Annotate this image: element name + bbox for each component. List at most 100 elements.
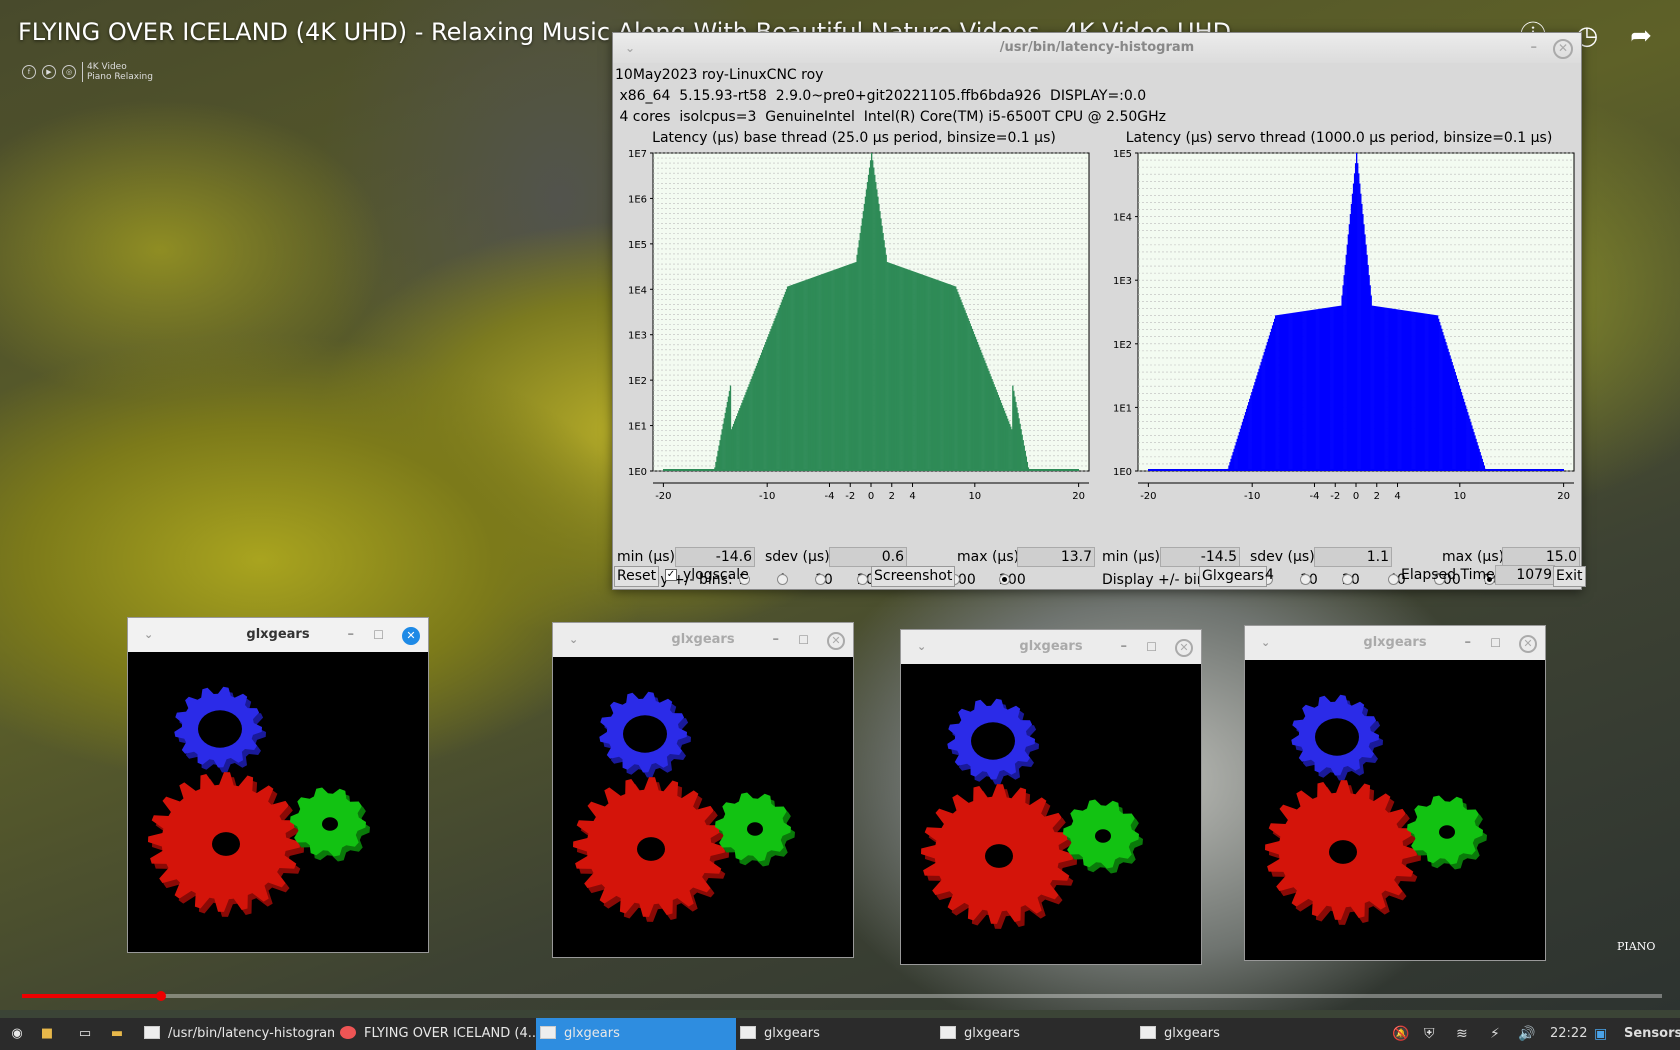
notifications-muted-icon[interactable]: 🔕 [1392,1018,1409,1050]
x-tick-label: -20 [1140,491,1156,502]
maximize-icon[interactable]: ☐ [1146,630,1157,664]
glxgears-window-2[interactable]: ⌄ glxgears – ☐ ✕ [552,622,854,958]
sensors-icon[interactable]: ▣ [1594,1018,1607,1050]
minimize-icon[interactable]: – [1121,630,1128,664]
channel-line2: Piano Relaxing [87,72,153,82]
folder-launcher-icon[interactable]: ▬ [106,1018,128,1050]
exit-button[interactable]: Exit [1553,566,1586,587]
servo-max-label: max (µs) [1442,549,1505,565]
close-icon[interactable]: ✕ [827,632,845,650]
glxgears-title: glxgears [246,627,310,642]
ylogscale-checkbox[interactable]: ✓ ylogscale [665,567,749,583]
close-icon[interactable]: ✕ [1553,39,1573,59]
glxgears-button[interactable]: Glxgears [1199,566,1268,587]
window-icon [1140,1026,1156,1039]
piano-watermark: PIANO [1617,940,1656,953]
sensors-label[interactable]: Sensors [1624,1018,1680,1050]
taskbar-item-browser[interactable]: FLYING OVER ICELAND (4... [336,1018,536,1050]
close-icon[interactable]: ✕ [402,627,420,645]
glxgears-titlebar[interactable]: ⌄ glxgears – ☐ ✕ [1245,626,1545,660]
glxgears-titlebar[interactable]: ⌄ glxgears – ☐ ✕ [128,618,428,652]
minimize-icon[interactable]: – [348,618,355,652]
clock[interactable]: 22:22 [1550,1018,1587,1050]
chevron-down-icon[interactable]: ⌄ [569,623,578,657]
volume-icon[interactable]: 🔊 [1518,1018,1535,1050]
glxgears-titlebar[interactable]: ⌄ glxgears – ☐ ✕ [553,623,853,657]
minimize-icon[interactable]: – [1465,626,1472,660]
instagram-icon: ◎ [62,65,76,79]
base-min-value: -14.6 [675,547,755,567]
chevron-down-icon[interactable]: ⌄ [917,630,926,664]
gears-render [1245,660,1545,960]
x-tick-label: 10 [968,491,981,502]
glxgears-title: glxgears [671,632,735,647]
window-icon [940,1026,956,1039]
y-tick-label: 1E6 [628,194,647,205]
servo-thread-panel: Latency (µs) servo thread (1000.0 µs per… [1098,129,1580,588]
window-icon [144,1026,160,1039]
file-manager-launcher-icon[interactable]: ■ [36,1018,58,1050]
terminal-launcher-icon[interactable]: ▭ [74,1018,96,1050]
x-tick-label: -4 [824,491,834,502]
youtube-icon: ▶ [42,65,56,79]
glxgears-window-1[interactable]: ⌄ glxgears – ☐ ✕ [127,617,429,953]
y-tick-label: 1E4 [1113,213,1132,224]
share-icon[interactable]: ➦ [1625,20,1657,52]
x-tick-label: -20 [655,491,671,502]
taskbar-item-glxgears-1[interactable]: glxgears [536,1018,736,1050]
maximize-icon[interactable]: ☐ [1490,626,1501,660]
servo-sdev-label: sdev (µs) [1250,549,1315,565]
base-sdev-label: sdev (µs) [765,549,830,565]
y-tick-label: 1E1 [1113,403,1132,414]
close-icon[interactable]: ✕ [1519,635,1537,653]
base-max-label: max (µs) [957,549,1020,565]
window-icon [740,1026,756,1039]
wifi-icon[interactable]: ≋ [1456,1018,1468,1050]
y-tick-label: 1E3 [628,331,647,342]
video-progress-bar[interactable] [22,991,1662,1001]
glxgears-title: glxgears [1363,635,1427,650]
x-tick-label: -10 [1244,491,1260,502]
glxgears-window-4[interactable]: ⌄ glxgears – ☐ ✕ [1244,625,1546,961]
glxgears-window-3[interactable]: ⌄ glxgears – ☐ ✕ [900,629,1202,965]
screenshot-button[interactable]: Screenshot [871,566,956,587]
minimize-icon[interactable]: – [773,623,780,657]
reset-button[interactable]: Reset [614,566,660,587]
y-tick-label: 1E1 [628,422,647,433]
close-icon[interactable]: ✕ [1175,639,1193,657]
taskbar-item-glxgears-3[interactable]: glxgears [936,1018,1136,1050]
gears-render [553,657,853,957]
servo-thread-title: Latency (µs) servo thread (1000.0 µs per… [1125,130,1553,146]
taskbar-item-glxgears-4[interactable]: glxgears [1136,1018,1336,1050]
chevron-down-icon[interactable]: ⌄ [625,33,635,63]
menu-icon[interactable]: ◉ [4,1018,30,1050]
minimize-icon[interactable]: – [1531,33,1538,63]
servo-max-value: 15.0 [1502,547,1580,567]
taskbar-item-latency[interactable]: /usr/bin/latency-histogram [140,1018,334,1050]
taskbar-item-glxgears-2[interactable]: glxgears [736,1018,936,1050]
maximize-icon[interactable]: ☐ [798,623,809,657]
shield-icon[interactable]: ⛨ [1424,1018,1435,1050]
chevron-down-icon[interactable]: ⌄ [144,618,153,652]
x-tick-label: -10 [759,491,775,502]
servo-min-label: min (µs) [1102,549,1160,565]
y-tick-label: 1E2 [628,376,647,387]
servo-min-value: -14.5 [1160,547,1240,567]
ylogscale-label: ylogscale [683,567,749,583]
latency-window-title: /usr/bin/latency-histogram [999,40,1195,55]
info-line-1: 10May2023 roy-LinuxCNC roy [615,67,824,83]
y-tick-label: 1E3 [1113,276,1132,287]
ylogscale-check-icon[interactable]: ✓ [665,569,677,581]
taskbar-item-label: glxgears [564,1026,620,1041]
latency-titlebar[interactable]: ⌄ /usr/bin/latency-histogram – ✕ [613,33,1581,63]
maximize-icon[interactable]: ☐ [373,618,384,652]
chevron-down-icon[interactable]: ⌄ [1261,626,1270,660]
glxgears-count[interactable]: 4 [1265,567,1274,583]
base-thread-panel: Latency (µs) base thread (25.0 µs period… [613,129,1095,588]
glxgears-titlebar[interactable]: ⌄ glxgears – ☐ ✕ [901,630,1201,664]
elapsed-value: 1079 [1495,565,1555,585]
y-tick-label: 1E4 [628,285,647,296]
taskbar-item-label: glxgears [1164,1026,1220,1041]
gears-render [901,664,1201,964]
power-icon[interactable]: ⚡ [1490,1018,1500,1050]
